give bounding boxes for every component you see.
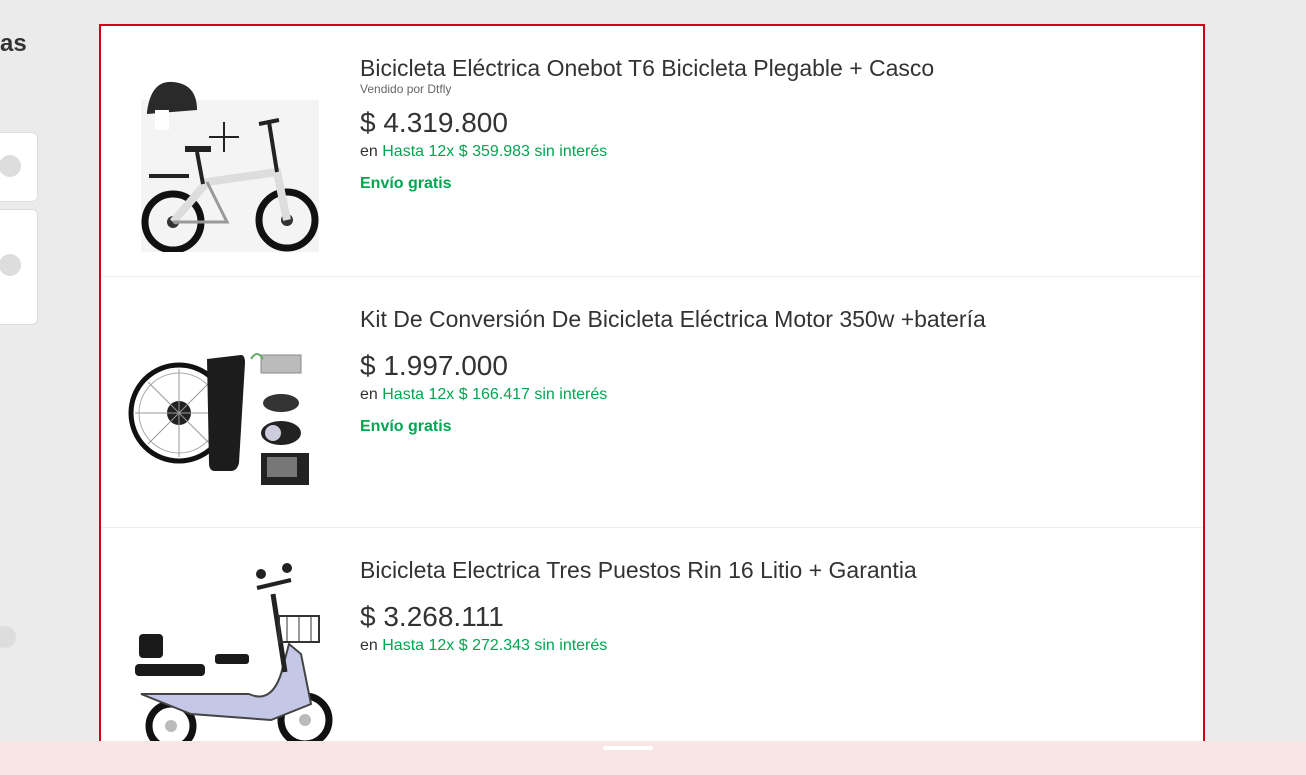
filter-card[interactable] [0, 132, 38, 202]
folding-ebike-with-helmet-icon [141, 81, 319, 252]
free-shipping-label: Envío gratis [360, 175, 452, 192]
installments-prefix: en [360, 386, 378, 403]
radio-icon[interactable] [0, 626, 16, 648]
list-item[interactable]: Kit De Conversión De Bicicleta Eléctrica… [101, 277, 1203, 528]
three-seat-electric-scooter-icon [135, 563, 333, 746]
free-shipping-label: Envío gratis [360, 418, 452, 435]
product-price: $ 3.268.111 [360, 601, 504, 632]
product-image[interactable] [127, 52, 327, 252]
product-image[interactable] [121, 554, 335, 746]
installments: en Hasta 12x $ 166.417 sin interés [360, 385, 986, 405]
results-list: Bicicleta Eléctrica Onebot T6 Bicicleta … [99, 24, 1205, 748]
radio-icon[interactable] [0, 155, 21, 177]
ebike-conversion-kit-icon [128, 353, 309, 485]
bottom-handle [603, 746, 653, 750]
installments: en Hasta 12x $ 359.983 sin interés [360, 142, 934, 162]
seller-label: Vendido por Dtfly [360, 82, 452, 96]
product-title[interactable]: Bicicleta Electrica Tres Puestos Rin 16 … [360, 556, 917, 584]
product-price: $ 1.997.000 [360, 350, 508, 381]
list-item[interactable]: Bicicleta Eléctrica Onebot T6 Bicicleta … [101, 26, 1203, 277]
product-title[interactable]: Kit De Conversión De Bicicleta Eléctrica… [360, 305, 986, 333]
bottom-bar [0, 741, 1306, 775]
installments-value: Hasta 12x $ 359.983 sin interés [382, 143, 608, 160]
installments-value: Hasta 12x $ 166.417 sin interés [382, 386, 608, 403]
installments-prefix: en [360, 637, 378, 654]
product-price: $ 4.319.800 [360, 107, 508, 138]
filter-card[interactable] [0, 209, 38, 325]
installments-prefix: en [360, 143, 378, 160]
filters-heading: as [0, 30, 27, 57]
list-item[interactable]: Bicicleta Electrica Tres Puestos Rin 16 … [101, 528, 1203, 746]
product-image[interactable] [127, 303, 327, 503]
radio-icon[interactable] [0, 254, 21, 276]
product-title[interactable]: Bicicleta Eléctrica Onebot T6 Bicicleta … [360, 54, 934, 82]
installments: en Hasta 12x $ 272.343 sin interés [360, 636, 917, 656]
installments-value: Hasta 12x $ 272.343 sin interés [382, 637, 608, 654]
